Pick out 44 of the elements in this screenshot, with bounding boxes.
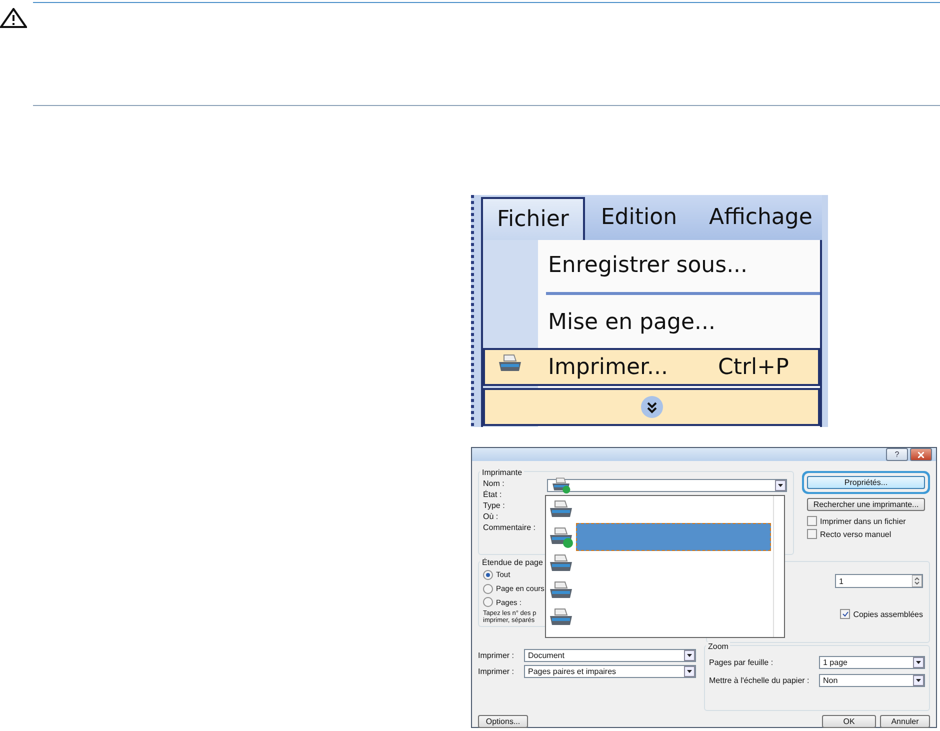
menu-item[interactable]: Mise en page... [483, 297, 820, 347]
field-label: Commentaire : [483, 523, 536, 533]
group-title: Étendue de page [480, 558, 545, 567]
cancel-button[interactable]: Annuler [880, 715, 930, 728]
field-label: État : [483, 490, 503, 500]
dialog-button[interactable]: Rechercher une imprimante... [807, 498, 925, 511]
field-label: Nom : [483, 479, 506, 489]
checkbox-label: Imprimer dans un fichier [820, 516, 906, 526]
close-button[interactable] [910, 448, 932, 461]
checkbox[interactable] [807, 516, 817, 526]
menu-tab[interactable]: Affichage [693, 195, 828, 240]
expand-menu-item[interactable] [483, 388, 820, 426]
group-title: Imprimante [480, 468, 524, 477]
menu-item[interactable]: Imprimer... Ctrl+P [483, 348, 820, 386]
select-field[interactable]: Pages paires et impaires [524, 665, 696, 678]
select-field[interactable]: 1 page [819, 656, 925, 669]
checkbox[interactable] [840, 609, 850, 619]
printer-combo[interactable] [547, 479, 787, 492]
checkbox-label: Copies assemblées [853, 610, 923, 618]
radio-button[interactable] [483, 584, 493, 594]
radio-button[interactable] [483, 570, 493, 580]
copies-field[interactable]: 1 [835, 574, 923, 588]
checkbox[interactable] [807, 529, 817, 539]
ok-button[interactable]: OK [822, 715, 876, 728]
radio-button[interactable] [483, 597, 493, 608]
menu-tab[interactable]: Fichier [481, 197, 585, 240]
field-label: Imprimer : [478, 667, 515, 676]
field-label: Type : [483, 501, 506, 511]
field-label: Pages par feuille : [709, 658, 774, 667]
select-field[interactable]: Non [819, 674, 925, 687]
field-label: Mettre à l'échelle du papier : [709, 676, 810, 685]
spinner-icon[interactable] [912, 575, 922, 587]
select-field[interactable]: Document [524, 649, 696, 662]
menu-item[interactable]: Enregistrer sous... [483, 240, 820, 290]
chevron-icon [640, 395, 664, 419]
menu-tab[interactable]: Edition [584, 195, 694, 240]
warning-icon [0, 8, 27, 28]
close-icon [918, 452, 924, 458]
group-title: Zoom [706, 642, 730, 651]
checkbox-label: Recto verso manuel [820, 530, 892, 538]
options-button[interactable]: Options... [478, 715, 528, 728]
field-label: Où : [483, 512, 500, 522]
field-label: Imprimer : [478, 651, 515, 660]
help-button[interactable]: ? [886, 448, 908, 461]
